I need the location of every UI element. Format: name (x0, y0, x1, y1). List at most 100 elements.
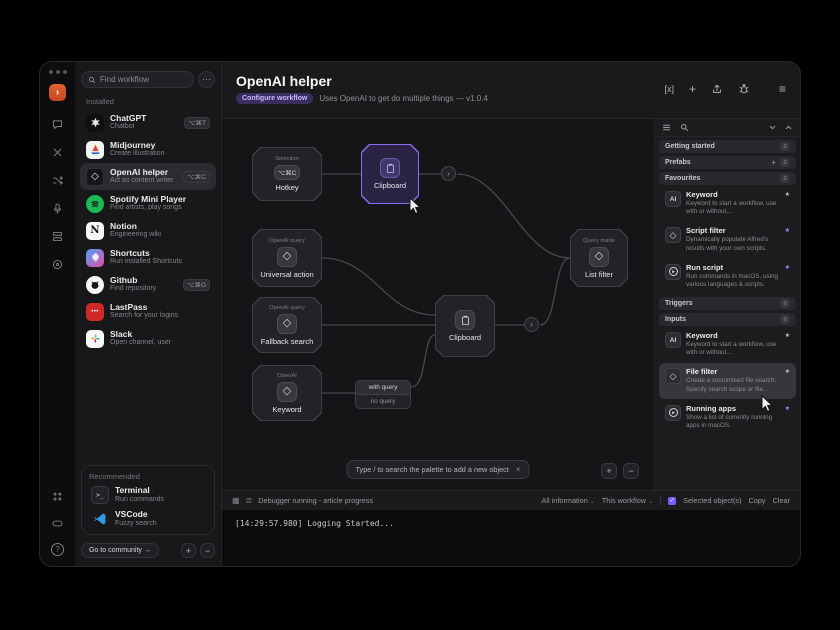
file-filter-icon: ◇ (665, 368, 681, 384)
more-icon[interactable]: ⋯ (198, 71, 215, 88)
script-filter-icon: ◇ (665, 227, 681, 243)
sidebar-item-slack[interactable]: SlackOpen channel, user (80, 325, 216, 352)
add-prefab-icon[interactable]: + (771, 158, 776, 167)
section-inputs[interactable]: Inputs ≡ (659, 313, 796, 326)
log-line: [14:29:57.980] Logging Started... (235, 519, 394, 528)
close-icon[interactable]: × (516, 465, 521, 474)
share-icon[interactable] (711, 83, 723, 95)
remove-workflow-button[interactable]: − (200, 543, 215, 558)
filter-this-workflow[interactable]: This workflow ⌄ (602, 496, 653, 505)
star-icon[interactable]: ★ (785, 264, 790, 271)
messages-icon[interactable] (51, 117, 65, 131)
node-fallback-search[interactable]: OpenAI query ◇ Fallback search (252, 297, 322, 353)
sidebar-item-terminal[interactable]: >_ TerminalRun commands (85, 483, 211, 507)
sidebar-item-lastpass[interactable]: ••• LastPassSearch for your logins (80, 298, 216, 325)
recommended-label: Recommended (89, 472, 207, 481)
zoom-in-button[interactable]: + (601, 463, 617, 479)
dictation-icon[interactable] (51, 201, 65, 215)
star-icon[interactable]: ★ (785, 368, 790, 375)
sidebar-item-spotify[interactable]: Spotify Mini PlayerFind artists, play so… (80, 190, 216, 217)
capsule-icon[interactable] (51, 516, 65, 530)
palette-item-run-script[interactable]: ▸ Run script Run commands in macOS, usin… (659, 259, 796, 294)
palette-item-file-filter[interactable]: ◇ File filter Create a customised file s… (659, 363, 796, 398)
zoom-out-button[interactable]: − (623, 463, 639, 479)
main-header: OpenAI helper Configure workflow Uses Op… (222, 62, 800, 118)
sidebar-item-openai-helper[interactable]: ◇ OpenAI helperAct as content writer ⌥⌘C (80, 163, 216, 190)
sidebar-item-github[interactable]: GithubFind repository ⌥⌘G (80, 271, 216, 298)
shortcuts-icon (86, 249, 104, 267)
drag-handle-icon[interactable]: ≡ (780, 174, 790, 183)
selected-objects-checkbox[interactable]: ✓ (668, 497, 676, 505)
drag-handle-icon[interactable]: ≡ (780, 142, 790, 151)
spotify-icon (86, 195, 104, 213)
debug-grid-icon[interactable]: ▦ (232, 496, 240, 505)
openai-helper-icon: ◇ (86, 168, 104, 186)
sidebar-item-midjourney[interactable]: MidjourneyCreate illustration (80, 136, 216, 163)
node-list-filter[interactable]: Query made ◇ List filter (570, 229, 628, 287)
configure-workflow-badge[interactable]: Configure workflow (236, 93, 313, 104)
debug-icon[interactable] (738, 83, 750, 95)
workflow-canvas[interactable]: Selection ⌥⌘C Hotkey Clipboard (222, 119, 654, 490)
section-getting-started[interactable]: Getting started ≡ (659, 140, 796, 153)
sidebar-item-vscode[interactable]: VSCodeFuzzy search (85, 507, 211, 531)
workflow-search[interactable] (81, 71, 194, 88)
node-query-condition[interactable]: with query no query (355, 380, 411, 409)
drag-handle-icon[interactable]: ≡ (780, 299, 790, 308)
hotkey-keys-icon: ⌥⌘C (274, 165, 301, 180)
output-port[interactable]: › (524, 317, 539, 332)
collapse-all-icon[interactable] (768, 123, 777, 132)
star-icon[interactable]: ★ (785, 332, 790, 339)
star-icon[interactable]: ★ (785, 405, 790, 412)
object-palette: Getting started ≡ Prefabs + ≡ Favourites… (654, 119, 800, 490)
notion-icon: N (86, 222, 104, 240)
star-icon[interactable]: ★ (785, 191, 790, 198)
palette-search-hint[interactable]: Type / to search the palette to add a ne… (346, 460, 529, 479)
window-controls[interactable] (49, 70, 67, 74)
star-icon[interactable]: ★ (785, 227, 790, 234)
palette-item-running-apps[interactable]: ▸ Running apps Show a list of currently … (659, 400, 796, 435)
section-triggers[interactable]: Triggers ≡ (659, 297, 796, 310)
node-hotkey[interactable]: Selection ⌥⌘C Hotkey (252, 147, 322, 201)
left-rail: › ? (40, 62, 75, 566)
stack-icon[interactable] (51, 229, 65, 243)
help-icon[interactable]: ? (51, 543, 64, 556)
drag-handle-icon[interactable]: ≡ (780, 315, 790, 324)
node-universal-action[interactable]: OpenAI query ◇ Universal action (252, 229, 322, 287)
menu-icon[interactable]: ≡ (779, 82, 786, 96)
node-keyword[interactable]: OpenAI ◇ Keyword (252, 365, 322, 421)
sidebar-item-chatgpt[interactable]: ChatGPTChatbot ⌥⌘T (80, 109, 216, 136)
output-port[interactable]: › (441, 166, 456, 181)
node-clipboard-1[interactable]: Clipboard (361, 144, 419, 204)
list-icon[interactable] (662, 123, 671, 132)
section-favourites[interactable]: Favourites ≡ (659, 172, 796, 185)
sidebar-item-shortcuts[interactable]: ShortcutsRun installed Shortcuts (80, 244, 216, 271)
installed-label: Installed (86, 97, 210, 106)
selected-objects-label: Selected object(s) (683, 496, 741, 505)
shuffle-icon[interactable] (51, 173, 65, 187)
drag-handle-icon[interactable]: ≡ (780, 158, 790, 167)
filter-all-information[interactable]: All information ⌄ (542, 496, 595, 505)
search-icon[interactable] (680, 123, 689, 132)
community-button[interactable]: Go to community → (81, 543, 159, 558)
terminal-icon: >_ (91, 486, 109, 504)
app-window: › ? (40, 62, 800, 566)
games-icon[interactable] (51, 145, 65, 159)
launcher-button[interactable]: › (49, 84, 66, 101)
debugger-bar: ▦ ≣ Debugger running - article progress … (222, 490, 800, 510)
apps-icon[interactable] (51, 489, 65, 503)
section-prefabs[interactable]: Prefabs + ≡ (659, 156, 796, 169)
expand-all-icon[interactable] (784, 123, 793, 132)
sidebar-item-notion[interactable]: N NotionEngineering wiki (80, 217, 216, 244)
add-icon[interactable]: + (689, 82, 696, 96)
debug-list-icon[interactable]: ≣ (246, 496, 253, 505)
add-workflow-button[interactable]: + (181, 543, 196, 558)
variable-icon[interactable]: [x] (664, 84, 674, 94)
clear-button[interactable]: Clear (773, 496, 790, 505)
palette-item-keyword-input[interactable]: AI Keyword Keyword to start a workflow, … (659, 327, 796, 362)
location-icon[interactable] (51, 257, 65, 271)
palette-item-script-filter[interactable]: ◇ Script filter Dynamically populate Alf… (659, 222, 796, 257)
copy-button[interactable]: Copy (749, 496, 766, 505)
node-clipboard-2[interactable]: Clipboard (435, 295, 495, 357)
palette-item-keyword[interactable]: AI Keyword Keyword to start a workflow, … (659, 186, 796, 221)
search-input[interactable] (100, 75, 187, 84)
